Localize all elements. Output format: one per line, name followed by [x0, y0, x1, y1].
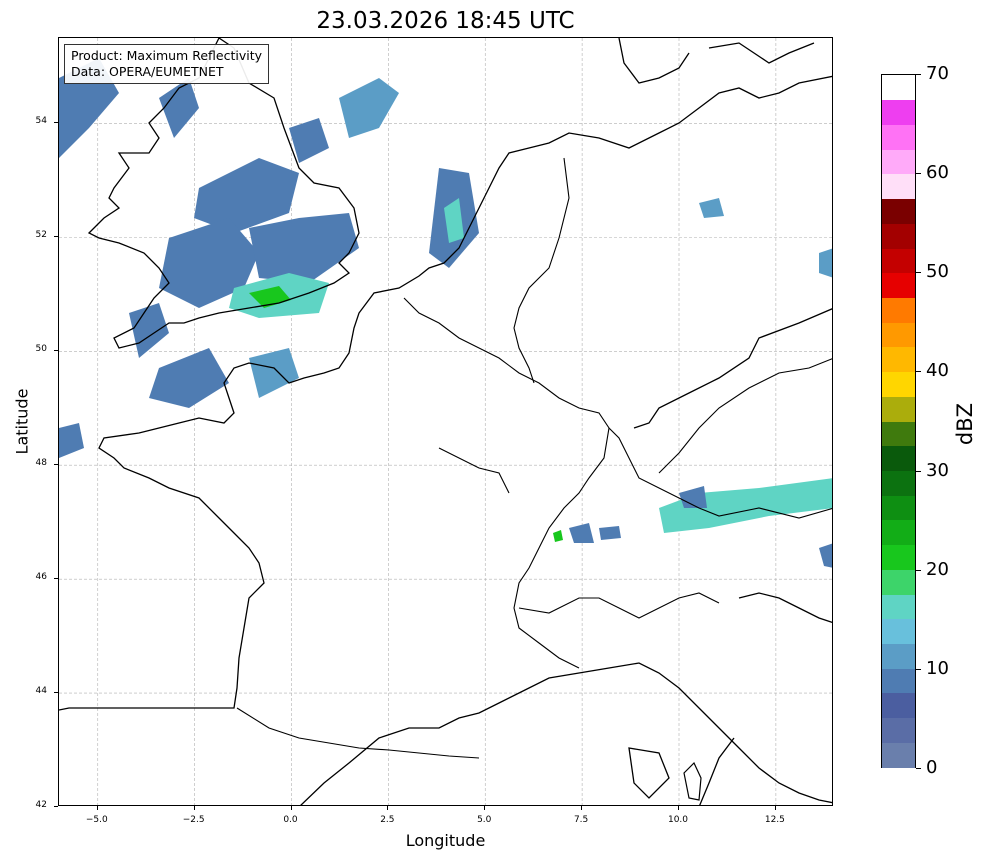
x-tick-label: 12.5: [764, 815, 785, 825]
map-panel[interactable]: [58, 37, 833, 806]
x-tick-label: 2.5: [380, 815, 395, 825]
colorbar-segment: [882, 470, 915, 496]
colorbar-tick-label: 40: [926, 360, 949, 382]
colorbar-segment: [882, 692, 915, 719]
colorbar-segment: [882, 223, 915, 249]
precip-area: [819, 248, 832, 278]
y-tick-label: 52: [35, 230, 47, 241]
y-tick-label: 42: [35, 800, 47, 810]
colorbar-segment: [882, 495, 915, 521]
y-tick-mark: [54, 464, 58, 466]
product-info-box: Product: Maximum Reflectivity Data: OPER…: [64, 44, 270, 84]
colorbar-tick-label: 50: [926, 261, 949, 283]
precip-area: [819, 543, 832, 568]
colorbar-segment: [882, 124, 915, 150]
grid-lines: [59, 38, 832, 805]
y-tick-label: 44: [35, 686, 47, 697]
colorbar-tick-mark: [916, 668, 921, 670]
colorbar-segment: [882, 198, 915, 224]
product-label: Product: Maximum Reflectivity: [71, 48, 263, 63]
colorbar-segment: [882, 272, 915, 299]
x-tick-label: 0.0: [283, 815, 298, 825]
colorbar-tick-mark: [916, 173, 921, 175]
colorbar-tick-mark: [916, 768, 921, 769]
colorbar-segment: [882, 99, 915, 126]
colorbar-tick-mark: [916, 569, 921, 571]
y-tick-mark: [54, 806, 58, 807]
precip-area: [149, 348, 229, 408]
x-tick-mark: [678, 806, 679, 810]
y-axis-label: Latitude: [12, 388, 32, 455]
y-tick-mark: [54, 692, 58, 694]
colorbar-tick-label: 70: [926, 63, 949, 84]
y-tick-mark: [54, 122, 58, 124]
precip-area: [599, 526, 621, 540]
x-tick-mark: [774, 806, 776, 810]
colorbar-segment: [882, 594, 915, 620]
x-tick-mark: [290, 806, 292, 810]
colorbar-tick-label: 30: [926, 459, 949, 481]
x-tick-label: 7.5: [573, 815, 589, 825]
colorbar-tick-mark: [916, 470, 921, 472]
y-tick-label: 54: [35, 116, 47, 127]
colorbar-segment: [882, 519, 915, 546]
x-tick-label: 5.0: [477, 815, 492, 825]
x-tick-mark: [193, 806, 195, 810]
colorbar-segment: [882, 322, 915, 348]
colorbar-tick-label: 0: [926, 757, 938, 778]
x-axis-label: Longitude: [405, 831, 486, 850]
x-tick-label: 10.0: [667, 815, 689, 825]
colorbar-segment: [882, 445, 915, 472]
precip-area: [249, 213, 359, 283]
colorbar-segment: [882, 421, 915, 447]
x-tick-label: −2.5: [182, 815, 205, 825]
chart-title: 23.03.2026 18:45 UTC: [316, 8, 575, 34]
x-tick-mark: [96, 806, 98, 810]
x-tick-mark: [484, 806, 486, 810]
colorbar: [881, 74, 916, 768]
y-tick-label: 46: [35, 572, 47, 583]
precip-area: [553, 530, 563, 542]
colorbar-tick-label: 10: [926, 657, 949, 679]
precip-area: [339, 78, 399, 138]
radar-reflectivity-layer: [59, 58, 832, 568]
x-tick-mark: [581, 806, 583, 810]
map-canvas: [59, 38, 832, 805]
precip-area: [569, 523, 594, 543]
colorbar-segment: [882, 668, 915, 694]
precip-area: [129, 303, 169, 358]
x-tick-mark: [387, 806, 389, 810]
colorbar-tick-label: 60: [926, 162, 949, 184]
precip-area: [699, 198, 724, 218]
colorbar-tick-label: 20: [926, 558, 949, 580]
y-tick-label: 50: [35, 344, 47, 355]
colorbar-label: dBZ: [953, 402, 977, 446]
colorbar-segment: [882, 544, 915, 570]
colorbar-tick-mark: [916, 74, 921, 75]
colorbar-tick-mark: [916, 371, 921, 373]
precip-area: [59, 423, 84, 458]
colorbar-segment: [882, 569, 915, 595]
colorbar-segment: [882, 643, 915, 669]
colorbar-tick-mark: [916, 272, 921, 274]
x-tick-label: −5.0: [85, 815, 108, 825]
colorbar-segment: [882, 297, 915, 323]
precip-area: [159, 78, 199, 138]
colorbar-segment: [882, 248, 915, 274]
colorbar-segment: [882, 396, 915, 422]
data-source-label: Data: OPERA/EUMETNET: [71, 64, 224, 79]
colorbar-segment: [882, 149, 915, 175]
colorbar-segment: [882, 717, 915, 743]
colorbar-segment: [882, 371, 915, 397]
y-tick-mark: [54, 350, 58, 352]
colorbar-segment: [882, 742, 915, 768]
coastlines: [59, 38, 832, 805]
colorbar-segment: [882, 173, 915, 200]
colorbar-segment: [882, 618, 915, 645]
colorbar-segment: [882, 346, 915, 373]
corsica-coast: [683, 761, 702, 801]
y-tick-mark: [54, 578, 58, 580]
y-tick-mark: [54, 236, 58, 238]
